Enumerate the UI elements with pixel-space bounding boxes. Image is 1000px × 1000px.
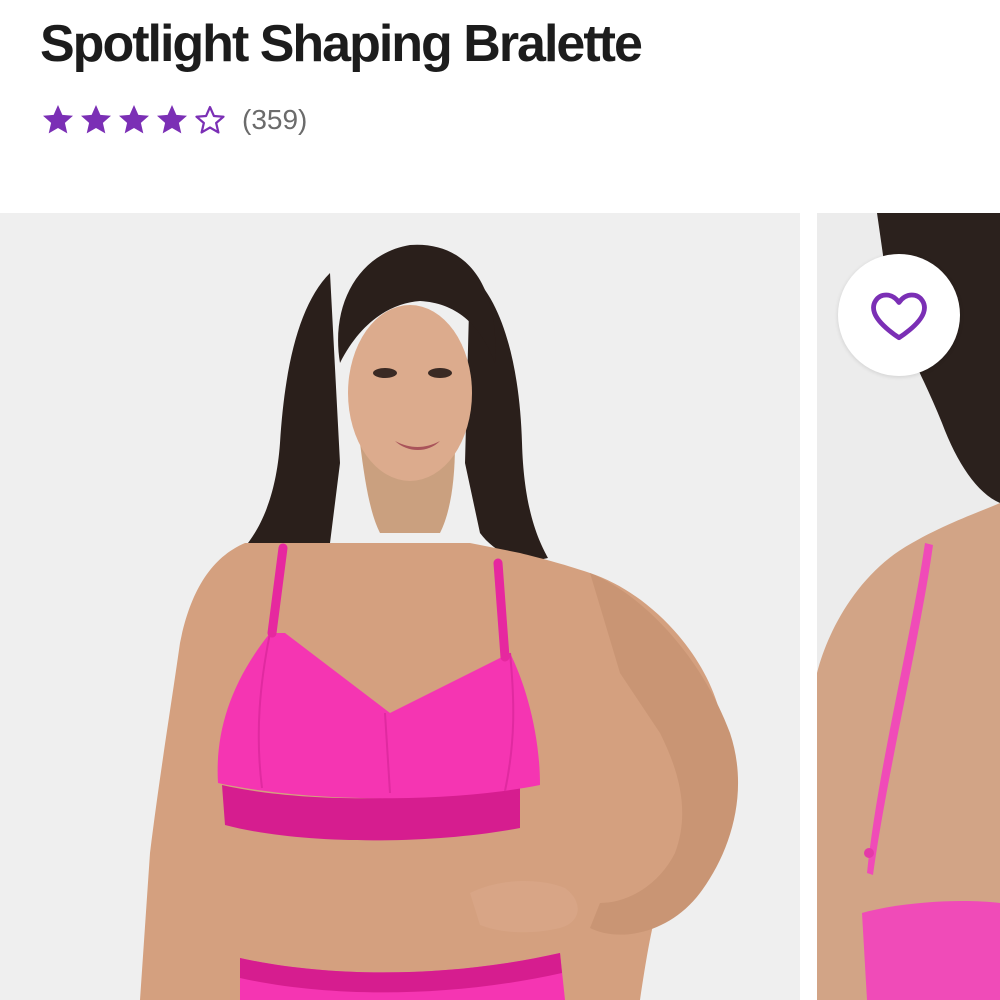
star-half-icon <box>195 105 225 134</box>
star-full-icon <box>81 105 111 134</box>
star-full-icon <box>119 105 149 134</box>
star-full-icon <box>43 105 73 134</box>
star-full-icon <box>157 105 187 134</box>
model-front-illustration <box>0 213 800 1000</box>
heart-outline-icon <box>871 292 927 341</box>
wishlist-button[interactable] <box>838 254 960 376</box>
review-count[interactable]: (359) <box>242 104 307 136</box>
product-page: Spotlight Shaping Bralette (359) <box>0 0 1000 1000</box>
product-title: Spotlight Shaping Bralette <box>40 15 643 73</box>
star-rating <box>40 102 228 138</box>
rating[interactable]: (359) <box>40 98 307 142</box>
product-image-front[interactable] <box>0 213 800 1000</box>
